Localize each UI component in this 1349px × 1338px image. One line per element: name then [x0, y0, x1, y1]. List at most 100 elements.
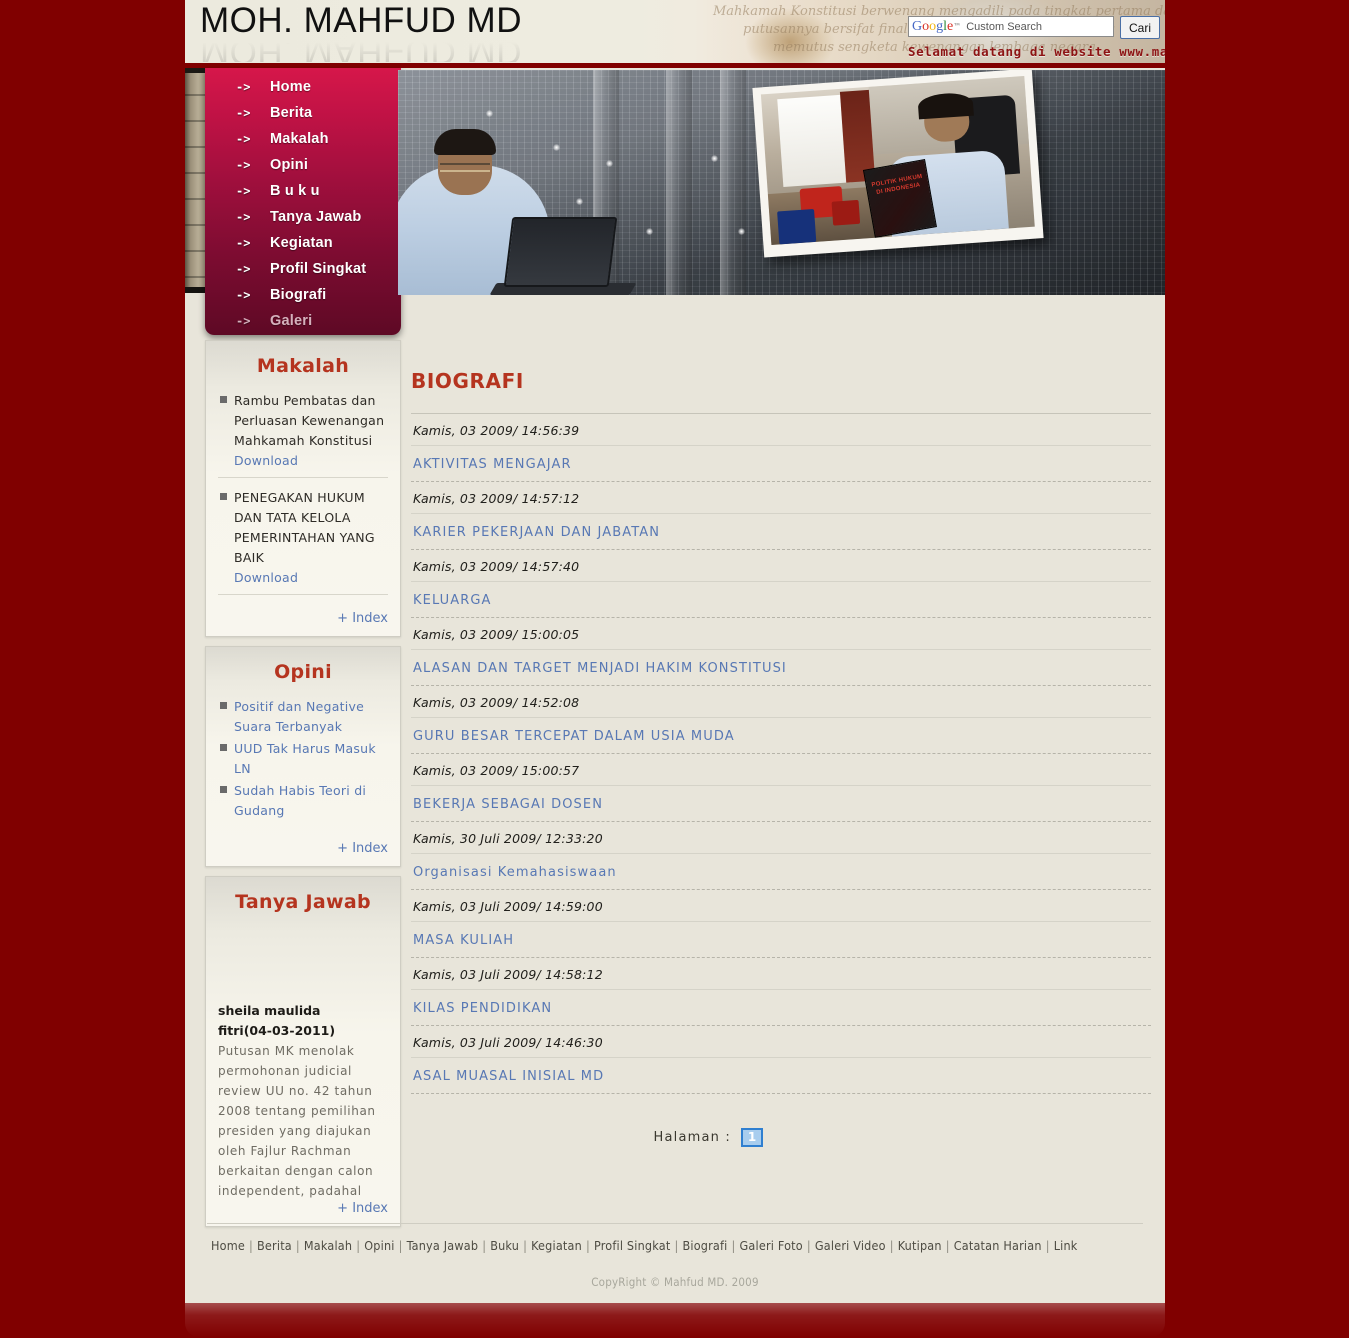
arrow-right-icon: -> [236, 80, 251, 94]
entry-link[interactable]: GURU BESAR TERCEPAT DALAM USIA MUDA [411, 718, 1151, 754]
search-input[interactable]: Go o g l e ™ Custom Search [908, 16, 1114, 37]
nav-label: Berita [270, 105, 313, 121]
nav-label: Galeri [270, 313, 313, 329]
nav-item-home[interactable]: -> Home [205, 74, 401, 100]
arrow-right-icon: -> [236, 158, 251, 172]
footer-link-profil-singkat[interactable]: Profil Singkat [594, 1238, 671, 1253]
makalah-item-title: PENEGAKAN HUKUM DAN TATA KELOLA PEMERINT… [234, 490, 375, 565]
entry-date: Kamis, 03 Juli 2009/ 14:59:00 [411, 890, 1151, 922]
footer-link-link[interactable]: Link [1054, 1238, 1078, 1253]
footer-link-galeri-video[interactable]: Galeri Video [815, 1238, 886, 1253]
arrow-right-icon: -> [236, 314, 251, 328]
footer-separator: | [523, 1238, 528, 1253]
main-navigation: -> Home -> Berita -> Makalah -> Opini ->… [205, 68, 401, 335]
site-logo-wrap[interactable]: MOH. MAHFUD MD MOH. MAHFUD MD [200, 2, 522, 63]
list-item[interactable]: Rambu Pembatas dan Perluasan Kewenangan … [218, 391, 388, 471]
footer-navigation: Home | Berita | Makalah | Opini | Tanya Jawab | Bu… [185, 1224, 1165, 1253]
banner-pillar [720, 70, 746, 295]
polaroid-book-title: POLITIK HUKUM DI INDONESIA [871, 173, 924, 196]
footer-link-kutipan[interactable]: Kutipan [898, 1238, 942, 1253]
arrow-right-icon: -> [236, 288, 251, 302]
nav-item-opini[interactable]: -> Opini [205, 152, 401, 178]
footer-link-opini[interactable]: Opini [364, 1238, 394, 1253]
bullet-square-icon [220, 786, 227, 793]
opini-index-link[interactable]: + Index [206, 823, 400, 858]
footer-link-home[interactable]: Home [211, 1238, 245, 1253]
makalah-index-link[interactable]: + Index [206, 605, 400, 628]
banner-downlight [576, 198, 583, 205]
search-row: Go o g l e ™ Custom Search Cari [908, 16, 1165, 39]
polaroid-desk-object [831, 199, 860, 226]
welcome-message: Selamat datang di website www.mahfu [908, 44, 1165, 59]
sidebar: Makalah Rambu Pembatas dan Perluasan Kew… [205, 340, 401, 1236]
tanya-jawab-index-link[interactable]: + Index [206, 1201, 400, 1218]
entry-link[interactable]: KELUARGA [411, 582, 1151, 618]
opini-item-title: Sudah Habis Teori di Gudang [234, 783, 367, 818]
list-item[interactable]: PENEGAKAN HUKUM DAN TATA KELOLA PEMERINT… [218, 488, 388, 588]
list-item[interactable]: UUD Tak Harus Masuk LN [218, 739, 388, 779]
footer-link-berita[interactable]: Berita [257, 1238, 292, 1253]
footer-link-tanya-jawab[interactable]: Tanya Jawab [407, 1238, 479, 1253]
entry-link[interactable]: BEKERJA SEBAGAI DOSEN [411, 786, 1151, 822]
footer-link-catatan-harian[interactable]: Catatan Harian [954, 1238, 1042, 1253]
footer-separator: | [674, 1238, 679, 1253]
nav-item-profil-singkat[interactable]: -> Profil Singkat [205, 256, 401, 282]
list-item[interactable]: Sudah Habis Teori di Gudang [218, 781, 388, 821]
entry-link[interactable]: ASAL MUASAL INISIAL MD [411, 1058, 1151, 1094]
list-item[interactable]: Positif dan Negative Suara Terbanyak [218, 697, 388, 737]
page-title: BIOGRAFI [411, 369, 524, 394]
banner-pillar [666, 70, 692, 295]
footer-separator: | [356, 1238, 361, 1253]
google-logo-letter-o2: o [929, 18, 937, 34]
arrow-right-icon: -> [236, 210, 251, 224]
sidebar-list-makalah: Rambu Pembatas dan Perluasan Kewenangan … [206, 385, 400, 595]
pagination-page-1[interactable]: 1 [741, 1127, 763, 1147]
footer-separator: | [585, 1238, 590, 1253]
nav-item-buku[interactable]: -> B u k u [205, 178, 401, 204]
footer-separator: | [1045, 1238, 1050, 1253]
search-submit-button[interactable]: Cari [1120, 16, 1160, 39]
entry-link[interactable]: ALASAN DAN TARGET MENJADI HAKIM KONSTITU… [411, 650, 1151, 686]
footer-separator: | [945, 1238, 950, 1253]
nav-label: Kegiatan [270, 235, 333, 251]
download-link[interactable]: Download [234, 568, 388, 588]
top-header-band: Mahkamah Konstitusi berwenang mengadili … [0, 0, 1349, 65]
google-logo-letter-g: G [912, 18, 923, 34]
entry-date: Kamis, 30 Juli 2009/ 12:33:20 [411, 822, 1151, 854]
nav-label: Opini [270, 157, 309, 173]
opini-item-title: UUD Tak Harus Masuk LN [234, 741, 376, 776]
sidebar-title-opini: Opini [274, 661, 332, 683]
footer-link-makalah[interactable]: Makalah [304, 1238, 352, 1253]
arrow-right-icon: -> [236, 262, 251, 276]
footer-link-galeri-foto[interactable]: Galeri Foto [740, 1238, 803, 1253]
entry-date: Kamis, 03 2009/ 15:00:05 [411, 618, 1151, 650]
entry-date: Kamis, 03 2009/ 15:00:57 [411, 754, 1151, 786]
entry-link[interactable]: KILAS PENDIDIKAN [411, 990, 1151, 1026]
entry-link[interactable]: AKTIVITAS MENGAJAR [411, 446, 1151, 482]
opini-item-title: Positif dan Negative Suara Terbanyak [234, 699, 365, 734]
entry-link[interactable]: Organisasi Kemahasiswaan [411, 854, 1151, 890]
footer-separator: | [482, 1238, 487, 1253]
entry-link[interactable]: KARIER PEKERJAAN DAN JABATAN [411, 514, 1151, 550]
footer-separator: | [398, 1238, 403, 1253]
nav-item-kegiatan[interactable]: -> Kegiatan [205, 230, 401, 256]
nav-item-tanya-jawab[interactable]: -> Tanya Jawab [205, 204, 401, 230]
entry-link[interactable]: MASA KULIAH [411, 922, 1151, 958]
footer-link-buku[interactable]: Buku [490, 1238, 519, 1253]
download-link[interactable]: Download [234, 451, 388, 471]
nav-item-makalah[interactable]: -> Makalah [205, 126, 401, 152]
footer-link-kegiatan[interactable]: Kegiatan [531, 1238, 582, 1253]
nav-label: Profil Singkat [270, 261, 367, 277]
copyright-text: CopyRight © Mahfud MD. 2009 [591, 1275, 759, 1289]
nav-item-berita[interactable]: -> Berita [205, 100, 401, 126]
tanya-jawab-author-date: fitri(04-03-2011) [218, 1023, 336, 1038]
arrow-right-icon: -> [236, 132, 251, 146]
banner-downlight [738, 228, 745, 235]
entry-date: Kamis, 03 Juli 2009/ 14:58:12 [411, 958, 1151, 990]
nav-item-biografi[interactable]: -> Biografi [205, 282, 401, 308]
sidebar-box-opini: Opini Positif dan Negative Suara Terbany… [205, 646, 401, 867]
footer-link-biografi[interactable]: Biografi [682, 1238, 727, 1253]
arrow-right-icon: -> [236, 106, 251, 120]
nav-item-galeri[interactable]: -> Galeri [205, 308, 401, 334]
entry-date: Kamis, 03 Juli 2009/ 14:46:30 [411, 1026, 1151, 1058]
